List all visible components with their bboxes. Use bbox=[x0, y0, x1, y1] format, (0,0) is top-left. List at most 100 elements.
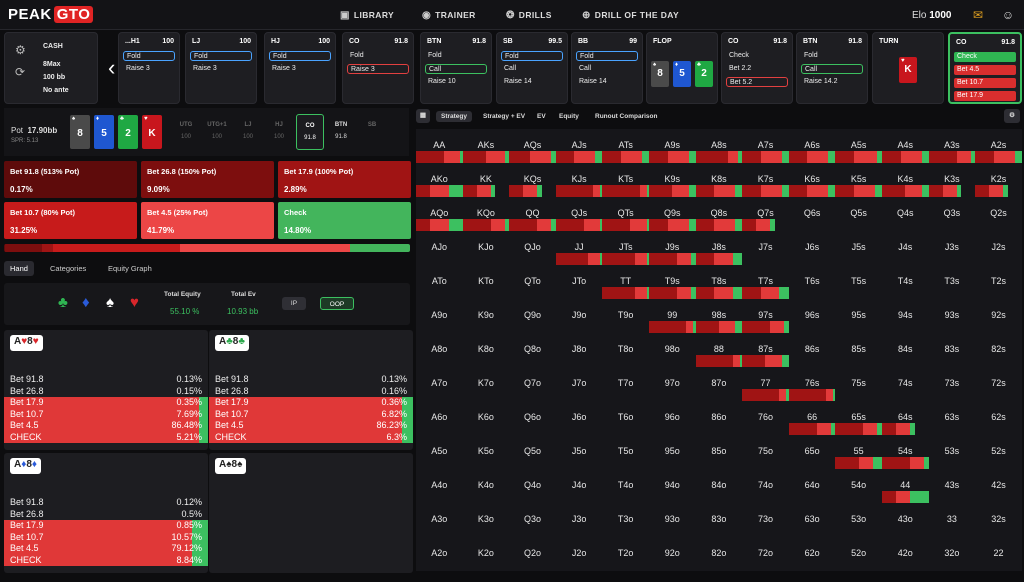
matrix-cell[interactable]: T8s bbox=[695, 265, 743, 299]
mini-position-lj[interactable]: LJ 100 bbox=[234, 114, 262, 150]
matrix-cell[interactable]: 76o bbox=[742, 401, 789, 435]
matrix-cell[interactable]: 43s bbox=[928, 469, 976, 503]
matrix-tab-equity[interactable]: Equity bbox=[554, 111, 584, 122]
matrix-cell[interactable]: 75o bbox=[742, 435, 789, 469]
matrix-cell[interactable]: 65s bbox=[835, 401, 882, 435]
club-filter-icon[interactable]: ♣ bbox=[58, 294, 68, 311]
matrix-cell[interactable]: 86o bbox=[695, 401, 743, 435]
matrix-cell[interactable]: K4s bbox=[882, 163, 929, 197]
matrix-cell[interactable]: Q5o bbox=[509, 435, 556, 469]
matrix-cell[interactable]: J3o bbox=[555, 503, 603, 537]
matrix-cell[interactable]: AKs bbox=[462, 129, 510, 163]
matrix-cell[interactable]: 83s bbox=[928, 333, 976, 367]
matrix-cell[interactable]: 87o bbox=[695, 367, 743, 401]
matrix-cell[interactable]: A4s bbox=[882, 129, 929, 163]
matrix-cell[interactable]: K9o bbox=[462, 299, 510, 333]
matrix-cell[interactable]: 66 bbox=[788, 401, 836, 435]
matrix-cell[interactable]: 99 bbox=[649, 299, 696, 333]
matrix-cell[interactable]: 95o bbox=[649, 435, 696, 469]
matrix-cell[interactable]: 77 bbox=[742, 367, 789, 401]
matrix-cell[interactable]: A5o bbox=[416, 435, 463, 469]
matrix-cell[interactable]: J9o bbox=[555, 299, 603, 333]
matrix-cell[interactable]: A6o bbox=[416, 401, 463, 435]
matrix-cell[interactable]: 64o bbox=[788, 469, 836, 503]
matrix-cell[interactable]: 63o bbox=[788, 503, 836, 537]
matrix-cell[interactable]: K5o bbox=[462, 435, 510, 469]
matrix-cell[interactable]: K9s bbox=[649, 163, 696, 197]
matrix-tab-runout-comparison[interactable]: Runout Comparison bbox=[590, 111, 662, 122]
settings-icon[interactable]: ⚙ bbox=[1004, 109, 1020, 123]
matrix-cell[interactable]: 32s bbox=[975, 503, 1022, 537]
matrix-cell[interactable]: 93o bbox=[649, 503, 696, 537]
matrix-cell[interactable]: A2o bbox=[416, 537, 463, 571]
matrix-cell[interactable]: J9s bbox=[649, 231, 696, 265]
mini-position-hj[interactable]: HJ 100 bbox=[265, 114, 293, 150]
action-option[interactable]: Check bbox=[726, 51, 788, 61]
matrix-cell[interactable]: JTo bbox=[555, 265, 603, 299]
matrix-cell[interactable]: 62s bbox=[975, 401, 1022, 435]
matrix-cell[interactable]: K6o bbox=[462, 401, 510, 435]
matrix-cell[interactable]: A2s bbox=[975, 129, 1022, 163]
matrix-cell[interactable]: Q6o bbox=[509, 401, 556, 435]
action-option[interactable]: Fold bbox=[425, 51, 487, 61]
logo[interactable]: PEAK GTO bbox=[8, 6, 94, 23]
matrix-cell[interactable]: KTs bbox=[602, 163, 649, 197]
matrix-cell[interactable]: A6s bbox=[788, 129, 836, 163]
matrix-cell[interactable]: T7o bbox=[602, 367, 649, 401]
matrix-cell[interactable]: 73s bbox=[928, 367, 976, 401]
action-option[interactable]: Bet 10.7 bbox=[954, 78, 1016, 88]
matrix-cell[interactable]: AA bbox=[416, 129, 463, 163]
matrix-cell[interactable]: JJ bbox=[555, 231, 603, 265]
matrix-cell[interactable]: 42o bbox=[882, 537, 929, 571]
matrix-cell[interactable]: 92o bbox=[649, 537, 696, 571]
matrix-cell[interactable]: QJo bbox=[509, 231, 556, 265]
matrix-cell[interactable]: KTo bbox=[462, 265, 510, 299]
matrix-cell[interactable]: 22 bbox=[975, 537, 1022, 571]
matrix-cell[interactable]: 98s bbox=[695, 299, 743, 333]
matrix-cell[interactable]: Q4o bbox=[509, 469, 556, 503]
matrix-cell[interactable]: K6s bbox=[788, 163, 836, 197]
matrix-cell[interactable]: Q2o bbox=[509, 537, 556, 571]
matrix-cell[interactable]: T9s bbox=[649, 265, 696, 299]
action-option[interactable]: Raise 3 bbox=[347, 64, 409, 74]
strategy-bet-91-8[interactable]: Bet 91.8 (513% Pot) 0.17% bbox=[4, 161, 137, 198]
matrix-cell[interactable]: 64s bbox=[882, 401, 929, 435]
action-option[interactable]: Bet 17.9 bbox=[954, 91, 1016, 101]
action-card-flop[interactable]: FLOP ♠ 8 ♦ 5 ♣ 2 bbox=[646, 32, 718, 104]
matrix-cell[interactable]: J4s bbox=[882, 231, 929, 265]
matrix-cell[interactable]: 92s bbox=[975, 299, 1022, 333]
tab-equity-graph[interactable]: Equity Graph bbox=[102, 261, 158, 276]
matrix-cell[interactable]: KQs bbox=[509, 163, 556, 197]
action-option[interactable]: Fold bbox=[190, 51, 252, 61]
matrix-cell[interactable]: Q9o bbox=[509, 299, 556, 333]
matrix-cell[interactable]: AKo bbox=[416, 163, 463, 197]
action-option[interactable]: Bet 4.5 bbox=[954, 65, 1016, 75]
action-option[interactable]: Bet 5.2 bbox=[726, 77, 788, 87]
matrix-cell[interactable]: K2s bbox=[975, 163, 1022, 197]
oop-button[interactable]: OOP bbox=[320, 297, 354, 310]
matrix-cell[interactable]: T2s bbox=[975, 265, 1022, 299]
matrix-cell[interactable]: QQ bbox=[509, 197, 556, 231]
action-option[interactable]: Fold bbox=[501, 51, 563, 61]
matrix-cell[interactable]: Q3s bbox=[928, 197, 976, 231]
matrix-cell[interactable]: A3o bbox=[416, 503, 463, 537]
matrix-cell[interactable]: 72o bbox=[742, 537, 789, 571]
matrix-cell[interactable]: Q8o bbox=[509, 333, 556, 367]
action-option[interactable]: Fold bbox=[269, 51, 331, 61]
matrix-cell[interactable]: A5s bbox=[835, 129, 882, 163]
matrix-cell[interactable]: T3o bbox=[602, 503, 649, 537]
matrix-cell[interactable]: 82o bbox=[695, 537, 743, 571]
action-option[interactable]: Raise 14.2 bbox=[801, 77, 863, 87]
action-card-sb[interactable]: SB 99.5 Fold Call Raise 14 bbox=[496, 32, 568, 104]
refresh-icon[interactable]: ⟳ bbox=[15, 65, 25, 79]
matrix-cell[interactable]: K8s bbox=[695, 163, 743, 197]
matrix-cell[interactable]: T6o bbox=[602, 401, 649, 435]
matrix-cell[interactable]: K8o bbox=[462, 333, 510, 367]
tab-categories[interactable]: Categories bbox=[44, 261, 92, 276]
matrix-cell[interactable]: 54o bbox=[835, 469, 882, 503]
matrix-cell[interactable]: AJo bbox=[416, 231, 463, 265]
matrix-cell[interactable]: T5s bbox=[835, 265, 882, 299]
matrix-cell[interactable]: K2o bbox=[462, 537, 510, 571]
matrix-cell[interactable]: J6s bbox=[788, 231, 836, 265]
matrix-cell[interactable]: J6o bbox=[555, 401, 603, 435]
